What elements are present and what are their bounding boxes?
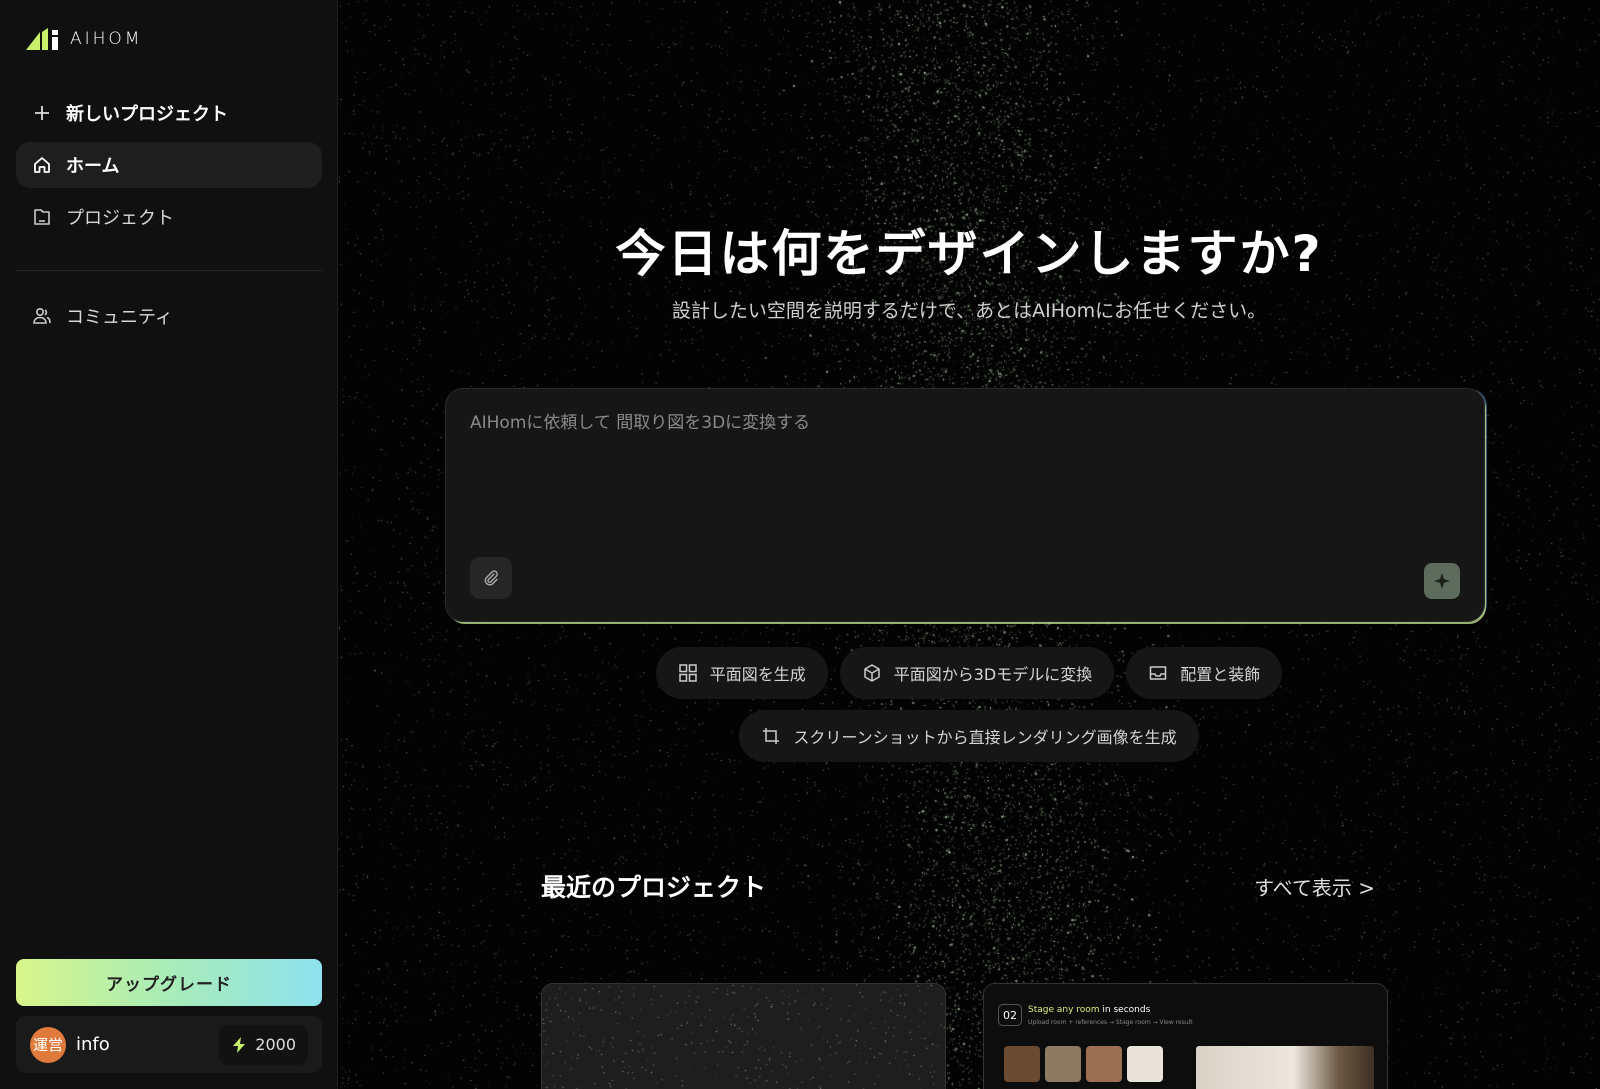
project-card[interactable] — [541, 983, 946, 1089]
sidebar-item-label: コミュニティ — [66, 307, 173, 328]
sidebar-item-projects[interactable]: プロジェクト — [16, 194, 322, 240]
recent-projects-title: 最近のプロジェクト — [541, 873, 767, 902]
chip-floorplan-to-3d[interactable]: 平面図から3Dモデルに変換 — [839, 647, 1115, 699]
chip-arrange-decorate[interactable]: 配置と装飾 — [1126, 647, 1283, 699]
upgrade-button[interactable]: アップグレード — [16, 959, 322, 1006]
chip-screenshot-render[interactable]: スクリーンショットから直接レンダリング画像を生成 — [739, 710, 1199, 762]
lightning-icon — [233, 1036, 246, 1053]
page-title: 今日は何をデザインしますか? — [615, 225, 1323, 283]
chip-label: 平面図を生成 — [709, 665, 806, 684]
card-caption-sub: Upload room + references → Stage room → … — [1028, 1019, 1193, 1026]
sparkle-icon — [1434, 573, 1450, 589]
sidebar-item-label: ホーム — [66, 156, 120, 177]
chip-label: スクリーンショットから直接レンダリング画像を生成 — [793, 728, 1177, 747]
crop-icon — [761, 726, 781, 746]
credits-badge[interactable]: 2000 — [219, 1024, 308, 1065]
chip-label: 平面図から3Dモデルに変換 — [893, 665, 1093, 684]
sidebar-item-community[interactable]: コミュニティ — [16, 293, 322, 339]
suggestion-chips-row-2: スクリーンショットから直接レンダリング画像を生成 — [338, 710, 1600, 762]
card-thumbnail — [1127, 1046, 1163, 1082]
card-caption-rest: in seconds — [1099, 1005, 1151, 1015]
cube-icon — [862, 663, 882, 683]
prompt-input[interactable] — [470, 413, 1450, 433]
view-all-link[interactable]: すべて表示 > — [1254, 872, 1375, 901]
card-caption-highlight: Stage any room — [1028, 1005, 1100, 1015]
logo-mark-icon — [26, 28, 58, 50]
sidebar-item-new-project[interactable]: 新しいプロジェクト — [16, 90, 322, 136]
community-icon — [32, 306, 52, 326]
grid-icon — [678, 663, 698, 683]
sidebar-divider — [16, 270, 322, 271]
user-account[interactable]: 運営 info 2000 — [16, 1016, 322, 1073]
home-icon — [32, 155, 52, 175]
sidebar-nav: 新しいプロジェクト ホーム プロジェクト コミュニティ — [16, 90, 322, 345]
project-card-thumbnail — [542, 984, 945, 1089]
card-caption: Stage any room in seconds — [1028, 1005, 1150, 1015]
avatar: 運営 — [30, 1026, 66, 1063]
sidebar-item-label: 新しいプロジェクト — [66, 104, 228, 125]
suggestion-chips-row-1: 平面図を生成 平面図から3Dモデルに変換 配置と装飾 — [338, 647, 1600, 699]
page-subtitle: 設計したい空間を説明するだけで、あとはAIHomにお任せください。 — [671, 300, 1267, 322]
sidebar-item-label: プロジェクト — [66, 208, 174, 229]
card-room-preview — [1196, 1046, 1374, 1089]
credits-count: 2000 — [255, 1035, 296, 1054]
card-thumbnail — [1045, 1046, 1081, 1082]
user-name: info — [76, 1034, 110, 1055]
generate-button[interactable] — [1424, 563, 1460, 599]
card-thumbnail — [1004, 1046, 1040, 1082]
plus-icon — [32, 103, 52, 123]
folder-icon — [32, 207, 52, 227]
chip-generate-floorplan[interactable]: 平面図を生成 — [655, 647, 828, 699]
sidebar-item-home[interactable]: ホーム — [16, 142, 322, 188]
logo-text: AIHOM — [70, 29, 143, 49]
inbox-icon — [1148, 663, 1168, 683]
attach-button[interactable] — [470, 557, 512, 599]
prompt-box — [445, 388, 1485, 622]
project-card[interactable]: 02 Stage any room in seconds Upload room… — [983, 983, 1388, 1089]
sidebar: AIHOM 新しいプロジェクト ホーム プロジェクト コミュニティ アップグレー… — [0, 0, 338, 1089]
logo[interactable]: AIHOM — [26, 28, 142, 50]
card-thumbnail — [1086, 1046, 1122, 1082]
main-content: 今日は何をデザインしますか? 設計したい空間を説明するだけで、あとはAIHomに… — [338, 0, 1600, 1089]
paperclip-icon — [484, 570, 498, 586]
card-step-number: 02 — [998, 1004, 1022, 1026]
chip-label: 配置と装飾 — [1180, 665, 1261, 684]
